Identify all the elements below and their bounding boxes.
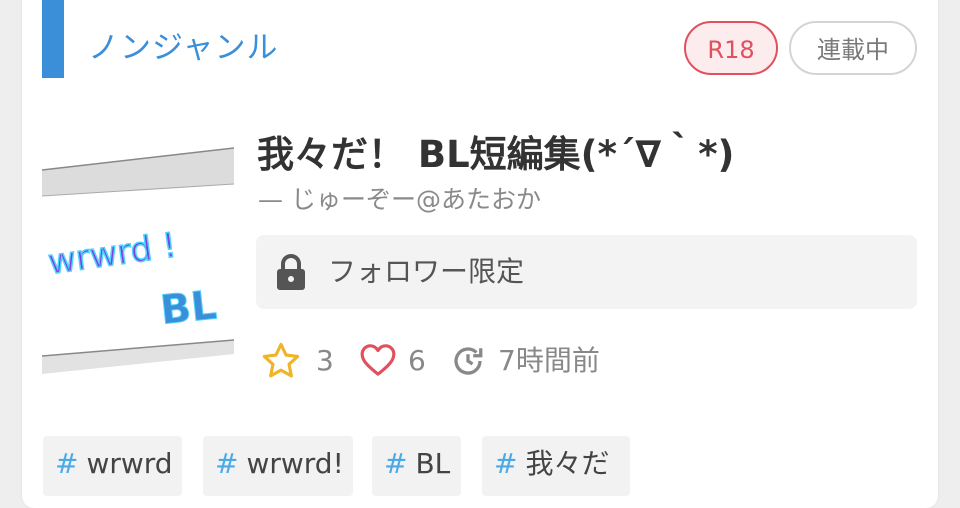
like-count: 6 [408, 344, 426, 377]
cover-text-bl: BL [158, 282, 218, 334]
clock-refresh-icon [454, 347, 483, 375]
status-badge: 連載中 [789, 21, 917, 75]
genre-label[interactable]: ノンジャンル [88, 24, 278, 72]
heart-icon [360, 344, 396, 376]
tag-item[interactable]: # wrwrd [43, 436, 182, 496]
hash-icon: # [384, 447, 408, 480]
lock-icon [277, 254, 305, 290]
author-name[interactable]: — じゅーぞー@あたおか [258, 180, 541, 216]
cover-stripe-bottom [42, 340, 234, 374]
hash-icon: # [215, 447, 239, 480]
work-title[interactable]: 我々だ！ BL短編集(*´∇｀*) [257, 124, 917, 178]
cover-stripe-top [42, 148, 234, 196]
cover-thumbnail[interactable]: wrwrd ! BL [42, 128, 234, 384]
tag-label: wrwrd [86, 447, 173, 480]
tag-label: 我々だ [525, 447, 610, 480]
updated-time: 7時間前 [498, 344, 600, 377]
star-icon [262, 342, 300, 378]
tag-label: wrwrd! [246, 447, 344, 480]
tag-item[interactable]: # BL [372, 436, 461, 496]
r18-badge: R18 [684, 21, 778, 75]
follower-only-label: フォロワー限定 [328, 255, 525, 288]
tag-label: BL [415, 447, 451, 480]
hash-icon: # [55, 447, 79, 480]
hash-icon: # [494, 447, 518, 480]
star-count: 3 [316, 344, 334, 377]
cover-text-wrwrd: wrwrd ! [46, 225, 179, 283]
follower-only-notice: フォロワー限定 [256, 235, 917, 309]
tag-item[interactable]: # 我々だ [482, 436, 630, 496]
tag-item[interactable]: # wrwrd! [203, 436, 353, 496]
genre-accent-bar [42, 0, 64, 78]
